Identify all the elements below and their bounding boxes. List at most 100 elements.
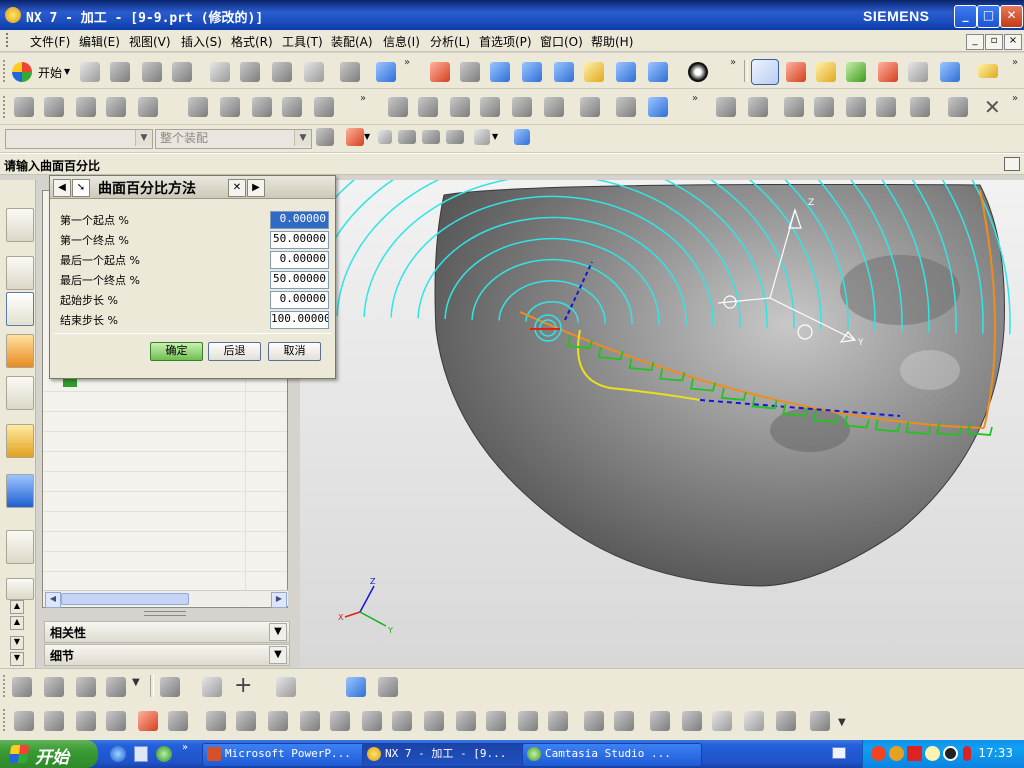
through-curves-icon[interactable] <box>814 97 834 117</box>
list-item[interactable] <box>43 551 287 572</box>
end-step-input[interactable]: 100.00000 <box>270 311 329 329</box>
details-panel-header[interactable]: 细节 ▼ <box>44 644 290 666</box>
menu-help[interactable]: 帮助(H) <box>591 33 633 50</box>
web-browser-button[interactable] <box>6 530 34 564</box>
chevron-down-icon[interactable]: ▼ <box>294 130 311 146</box>
insert-op-icon[interactable] <box>206 711 226 731</box>
wcs-icon[interactable] <box>786 62 806 82</box>
zoom-icon[interactable] <box>490 62 510 82</box>
body-rule-icon[interactable] <box>422 130 440 144</box>
layer-icon[interactable] <box>346 677 366 697</box>
edge-blend-icon[interactable] <box>388 97 408 117</box>
quicklaunch-overflow-icon[interactable]: » <box>182 742 188 753</box>
face-rule-icon[interactable] <box>398 130 416 144</box>
gouge-check-icon[interactable] <box>614 711 634 731</box>
component-select-icon[interactable] <box>514 129 530 145</box>
hd3d-tools-button[interactable] <box>6 424 34 458</box>
fit-view-icon[interactable] <box>430 62 450 82</box>
rectangle-select-icon[interactable] <box>474 129 490 145</box>
toolbar-overflow-icon[interactable]: » <box>1012 57 1018 68</box>
edit-object-icon[interactable] <box>168 711 188 731</box>
output-cls-icon[interactable] <box>424 711 444 731</box>
datum-plane-icon[interactable] <box>748 97 768 117</box>
generate-op-icon[interactable] <box>300 711 320 731</box>
undo-icon[interactable] <box>340 62 360 82</box>
maximize-button[interactable]: □ <box>977 5 1000 28</box>
menu-information[interactable]: 信息(I) <box>383 33 420 50</box>
chevron-down-icon[interactable]: ▼ <box>838 717 846 728</box>
feedrate-icon[interactable] <box>518 711 538 731</box>
edit-path-icon[interactable] <box>650 711 670 731</box>
blank-icon[interactable] <box>106 711 126 731</box>
chevron-down-icon[interactable]: ▼ <box>64 67 70 76</box>
close-icon[interactable]: ✕ <box>984 95 1001 119</box>
delete-icon[interactable] <box>304 62 324 82</box>
menu-assemblies[interactable]: 装配(A) <box>331 33 373 50</box>
pan-icon[interactable] <box>584 62 604 82</box>
subtract-icon[interactable] <box>220 97 240 117</box>
toolbar-overflow-icon[interactable]: » <box>1012 93 1018 104</box>
sew-icon[interactable] <box>580 97 600 117</box>
menu-format[interactable]: 格式(R) <box>231 33 273 50</box>
part-navigator-button[interactable] <box>6 292 34 326</box>
list-item[interactable] <box>43 571 287 592</box>
chain-icon[interactable] <box>744 711 764 731</box>
start-step-input[interactable]: 0.00000 <box>270 291 329 309</box>
tray-security-icon[interactable] <box>907 746 922 761</box>
shop-doc-op-icon[interactable] <box>486 711 506 731</box>
curve-rule-icon[interactable] <box>378 130 392 144</box>
create-method-icon[interactable] <box>106 677 126 697</box>
import-icon[interactable] <box>776 711 796 731</box>
intersect-icon[interactable] <box>252 97 272 117</box>
split-path-icon[interactable] <box>682 711 702 731</box>
desktop-quicklaunch-icon[interactable] <box>134 746 148 762</box>
keyboard-icon[interactable] <box>832 747 846 759</box>
move-object-icon[interactable] <box>44 711 64 731</box>
task-nx[interactable]: NX 7 - 加工 - [9... <box>362 743 542 767</box>
unite-icon[interactable] <box>188 97 208 117</box>
feature-rule-icon[interactable] <box>446 130 464 144</box>
display-icon[interactable] <box>378 677 398 697</box>
list-item[interactable] <box>43 491 287 512</box>
first-start-input[interactable]: 0.00000 <box>270 211 329 229</box>
scroll-top-icon[interactable]: ▲ <box>10 600 24 614</box>
first-end-input[interactable]: 50.00000 <box>270 231 329 249</box>
tray-record-icon[interactable] <box>889 746 904 761</box>
chain-link-icon[interactable] <box>202 677 222 697</box>
menu-file[interactable]: 文件(F) <box>30 33 70 50</box>
scroll-left-icon[interactable]: ◀ <box>45 592 61 608</box>
list-item[interactable] <box>43 531 287 552</box>
extension-icon[interactable] <box>910 97 930 117</box>
verify-op-icon[interactable] <box>392 711 412 731</box>
sphere-icon[interactable] <box>846 97 866 117</box>
menu-insert[interactable]: 插入(S) <box>181 33 222 50</box>
color-icon[interactable] <box>138 711 158 731</box>
task-camtasia[interactable]: Camtasia Studio ... <box>522 743 702 767</box>
dialog-pin-icon[interactable]: ➘ <box>72 179 90 197</box>
toolbar-overflow-icon[interactable]: » <box>360 93 366 104</box>
media-quicklaunch-icon[interactable] <box>156 746 172 762</box>
trim-body-icon[interactable] <box>282 97 302 117</box>
menu-preferences[interactable]: 首选项(P) <box>479 33 532 50</box>
draft-icon[interactable] <box>480 97 500 117</box>
create-program-icon[interactable] <box>12 677 32 697</box>
paste-icon[interactable] <box>272 62 292 82</box>
create-tool-icon[interactable] <box>44 677 64 697</box>
zoom-window-icon[interactable] <box>460 62 480 82</box>
minimize-button[interactable]: _ <box>954 5 977 28</box>
curve-icon[interactable] <box>276 677 296 697</box>
shaded-icon[interactable] <box>616 62 636 82</box>
split-body-icon[interactable] <box>314 97 334 117</box>
scroll-down-icon[interactable]: ▼ <box>10 636 24 650</box>
constraint-navigator-button[interactable] <box>6 256 34 290</box>
create-geometry-icon[interactable] <box>76 677 96 697</box>
instance-icon[interactable] <box>512 97 532 117</box>
list-item[interactable] <box>43 471 287 492</box>
revolve-icon[interactable] <box>44 97 64 117</box>
post-process-icon[interactable] <box>908 62 928 82</box>
information-icon[interactable] <box>376 62 396 82</box>
list-item[interactable] <box>43 391 287 412</box>
scroll-bottom-icon[interactable]: ▼ <box>10 652 24 666</box>
menu-analysis[interactable]: 分析(L) <box>430 33 470 50</box>
mdi-close-button[interactable]: × <box>1004 34 1022 50</box>
